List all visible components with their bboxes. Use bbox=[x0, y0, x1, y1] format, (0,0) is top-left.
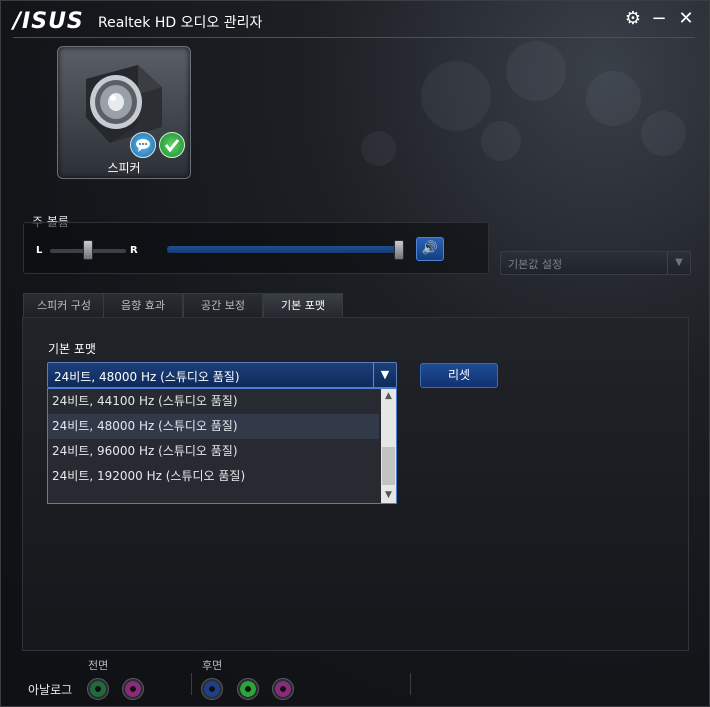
chat-bubble-icon bbox=[130, 132, 156, 158]
dropdown-arrow-icon[interactable]: ▼ bbox=[373, 363, 396, 387]
rear-label: 후면 bbox=[202, 659, 223, 672]
format-select-value: 24비트, 48000 Hz (스튜디오 품질) bbox=[54, 370, 240, 384]
tab-0[interactable]: 스피커 구성 bbox=[23, 293, 105, 318]
scroll-thumb[interactable] bbox=[382, 447, 395, 485]
format-dropdown-list: 24비트, 44100 Hz (스튜디오 품질) 24비트, 48000 Hz (… bbox=[47, 388, 397, 504]
speaker-device-tile[interactable]: 스피커 bbox=[57, 46, 191, 179]
tab-3[interactable]: 기본 포맷 bbox=[263, 293, 343, 319]
format-select[interactable]: 24비트, 48000 Hz (스튜디오 품질) ▼ bbox=[47, 362, 397, 388]
device-label: 스피커 bbox=[107, 161, 141, 175]
balance-slider-thumb[interactable] bbox=[83, 240, 93, 260]
mute-speaker-icon[interactable]: 🔊 bbox=[416, 237, 444, 261]
front-jack-pink[interactable] bbox=[122, 678, 144, 700]
format-option[interactable]: 24비트, 96000 Hz (스튜디오 품질) bbox=[48, 439, 379, 464]
chevron-down-icon: ▼ bbox=[667, 252, 690, 274]
audio-manager-window: /ISUS Realtek HD 오디오 관리자 ⚙ − ✕ 스피커 주 볼륨 … bbox=[0, 0, 710, 707]
default-setting-dropdown[interactable]: 기본값 설정 ▼ bbox=[500, 251, 691, 275]
balance-left-label: L bbox=[36, 245, 43, 256]
scroll-down-icon[interactable]: ▼ bbox=[381, 488, 396, 503]
close-button[interactable]: ✕ bbox=[676, 9, 696, 29]
title-divider bbox=[13, 37, 695, 38]
scroll-up-icon[interactable]: ▲ bbox=[381, 389, 396, 404]
rear-jack-pink[interactable] bbox=[272, 678, 294, 700]
volume-panel: L R 🔊 bbox=[23, 222, 489, 274]
checkmark-icon bbox=[159, 132, 185, 158]
rear-jack-green[interactable] bbox=[237, 678, 259, 700]
footer-divider bbox=[191, 673, 192, 695]
format-option[interactable]: 24비트, 48000 Hz (스튜디오 품질) bbox=[48, 414, 379, 439]
rear-jack-blue[interactable] bbox=[201, 678, 223, 700]
reset-button[interactable]: 리셋 bbox=[420, 363, 498, 388]
minimize-button[interactable]: − bbox=[649, 9, 669, 29]
title-bar: /ISUS Realtek HD 오디오 관리자 ⚙ − ✕ bbox=[1, 1, 709, 39]
footer-divider bbox=[410, 673, 411, 695]
volume-slider-track[interactable] bbox=[167, 246, 399, 253]
volume-slider-thumb[interactable] bbox=[394, 240, 404, 260]
default-setting-label: 기본값 설정 bbox=[508, 258, 563, 271]
format-option[interactable]: 24비트, 44100 Hz (스튜디오 품질) bbox=[48, 389, 379, 414]
front-label: 전면 bbox=[88, 659, 109, 672]
analog-label: 아날로그 bbox=[28, 683, 73, 697]
tab-2[interactable]: 공간 보정 bbox=[183, 293, 263, 318]
asus-logo: /ISUS bbox=[13, 9, 84, 34]
format-option[interactable]: 24비트, 192000 Hz (스튜디오 품질) bbox=[48, 464, 379, 489]
front-jack-green[interactable] bbox=[87, 678, 109, 700]
balance-right-label: R bbox=[130, 245, 138, 256]
tab-1[interactable]: 음향 효과 bbox=[103, 293, 183, 318]
settings-gear-icon[interactable]: ⚙ bbox=[623, 9, 643, 29]
default-format-label: 기본 포맷 bbox=[48, 342, 96, 356]
dropdown-scrollbar[interactable]: ▲ ▼ bbox=[381, 389, 396, 503]
window-title: Realtek HD 오디오 관리자 bbox=[98, 15, 263, 31]
